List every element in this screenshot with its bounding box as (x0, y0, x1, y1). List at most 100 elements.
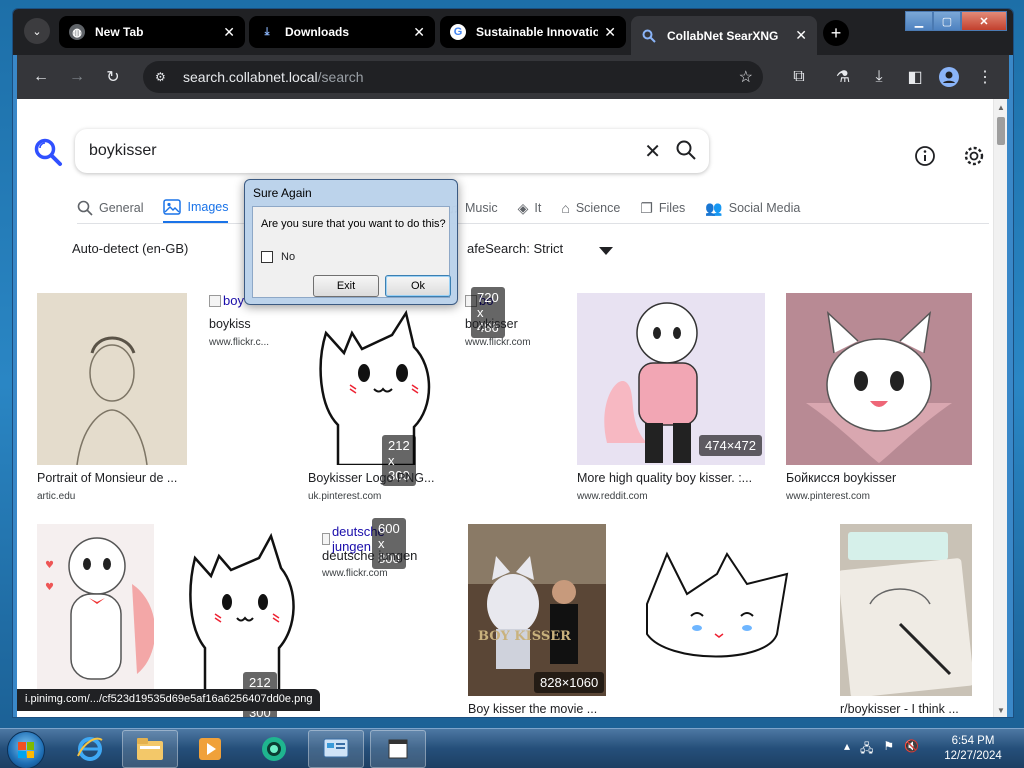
vertical-scrollbar[interactable]: ▲ ▼ (993, 99, 1007, 717)
browser-toolbar: ← → ↻ ⚙ search.collabnet.local/search ☆ … (17, 55, 1009, 99)
taskbar-control-panel[interactable] (308, 730, 364, 768)
result-title[interactable]: boykiss (209, 317, 251, 331)
result-source: www.reddit.com (577, 491, 648, 502)
checkbox-label: No (281, 251, 296, 263)
layers-icon: ◈ (517, 199, 529, 216)
result-title[interactable]: Boy kisser the movie ... (468, 702, 597, 716)
result-image[interactable] (840, 524, 972, 696)
result-title[interactable]: More high quality boy kisser. :... (577, 471, 752, 485)
minimize-button[interactable]: ▁ (905, 11, 933, 31)
tab-science[interactable]: ⌂ Science (561, 193, 620, 223)
result-image[interactable] (177, 524, 307, 694)
result-image[interactable]: BOY KISSER (468, 524, 606, 696)
tab-new-tab[interactable]: ◍ New Tab ✕ (59, 16, 245, 48)
bookmark-star-icon[interactable]: ☆ (739, 67, 753, 87)
volume-muted-icon[interactable]: 🔇 (904, 739, 919, 760)
gear-icon[interactable] (963, 145, 985, 167)
profile-button[interactable] (939, 67, 959, 87)
dialog-message: Are you sure that you want to do this? (261, 218, 446, 230)
tab-label: Files (658, 201, 686, 215)
files-icon: ❐ (640, 199, 653, 216)
result-image[interactable] (308, 293, 454, 465)
network-icon[interactable]: 🖧 (860, 739, 873, 760)
result-image[interactable]: ♥ ♥ (37, 524, 154, 694)
close-icon[interactable]: ✕ (795, 27, 807, 44)
clear-icon[interactable]: ✕ (644, 139, 661, 164)
tab-social-media[interactable]: 👥 Social Media (705, 193, 800, 223)
no-checkbox[interactable]: No (261, 251, 295, 263)
media-player-icon (199, 738, 221, 760)
url-host: search.collabnet.local (183, 69, 318, 85)
address-bar[interactable]: ⚙ search.collabnet.local/search ☆ (143, 61, 763, 93)
tab-general[interactable]: General (77, 193, 143, 223)
result-title[interactable]: Boykisser Logo PNG... (308, 471, 434, 485)
scroll-up-icon[interactable]: ▲ (997, 103, 1005, 112)
broken-image[interactable]: boy (209, 293, 244, 308)
result-image[interactable] (631, 524, 817, 694)
taskbar-explorer[interactable] (122, 730, 178, 768)
language-select[interactable]: Auto-detect (en-GB) (72, 241, 188, 256)
reload-button[interactable]: ↻ (103, 67, 123, 87)
system-tray: ▴ 🖧 ⚑ 🔇 (844, 739, 919, 760)
result-title[interactable]: deutsche jungen (322, 548, 417, 563)
close-window-button[interactable]: ✕ (961, 11, 1007, 31)
info-icon[interactable] (914, 145, 936, 167)
site-settings-icon[interactable]: ⚙ (155, 70, 173, 84)
result-image[interactable] (37, 293, 187, 465)
exit-button[interactable]: Exit (313, 275, 379, 297)
tab-title: Downloads (285, 25, 350, 39)
puzzle-icon: ⧉ (793, 68, 805, 85)
image-icon (163, 199, 182, 215)
result-image[interactable] (786, 293, 972, 465)
tab-search-button[interactable]: ⌄ (24, 18, 50, 44)
flask-icon: ⚗ (835, 69, 851, 86)
tab-downloads[interactable]: ⤓ Downloads ✕ (249, 16, 435, 48)
tab-it[interactable]: ◈ It (518, 193, 542, 223)
result-title[interactable]: Portrait of Monsieur de ... (37, 471, 177, 485)
taskbar-browser[interactable] (246, 730, 302, 768)
tab-sustainable-innovation[interactable]: G Sustainable Innovation ✕ (440, 16, 626, 48)
close-icon[interactable]: ✕ (223, 24, 235, 41)
result-title[interactable]: Бойкисся boykisser (786, 471, 896, 485)
result-title[interactable]: boykisser (465, 317, 518, 331)
searxng-logo[interactable] (33, 137, 63, 167)
start-button[interactable] (7, 731, 45, 768)
taskbar-window[interactable] (370, 730, 426, 768)
flag-alert-icon[interactable]: ⚑ (883, 739, 894, 760)
dropdown-arrow-icon[interactable] (599, 247, 613, 255)
labs-button[interactable]: ⚗ (833, 67, 853, 87)
tab-collabnet-searxng[interactable]: CollabNet SearXNG ✕ (631, 16, 817, 55)
safesearch-select[interactable]: afeSearch: Strict (467, 241, 563, 256)
taskbar-clock[interactable]: 6:54 PM 12/27/2024 (936, 734, 1010, 764)
taskbar-media-player[interactable] (182, 730, 238, 768)
window-controls: ▁ ▢ ✕ (905, 11, 1007, 31)
tab-bar: ⌄ ◍ New Tab ✕ ⤓ Downloads ✕ G Sustainabl… (13, 9, 1013, 55)
search-input[interactable] (89, 142, 629, 160)
close-icon[interactable]: ✕ (604, 24, 616, 41)
scrollbar-thumb[interactable] (997, 117, 1005, 145)
tab-label: Science (575, 201, 621, 215)
back-button[interactable]: ← (31, 67, 51, 87)
menu-button[interactable]: ⋮ (975, 67, 995, 87)
search-icon[interactable] (675, 139, 697, 161)
tab-files[interactable]: ❐ Files (640, 193, 685, 223)
scroll-down-icon[interactable]: ▼ (997, 706, 1005, 715)
result-title[interactable]: r/boykisser - I think ... (840, 702, 959, 716)
avatar-icon (939, 67, 959, 87)
tab-images[interactable]: Images (163, 193, 229, 223)
show-hidden-icons-icon[interactable]: ▴ (844, 739, 850, 760)
checkbox-box[interactable] (261, 251, 273, 263)
tab-title: CollabNet SearXNG (667, 28, 779, 43)
new-tab-button[interactable]: + (823, 20, 849, 46)
downloads-button[interactable]: ⤓ (869, 67, 889, 87)
taskbar-ie[interactable] (62, 730, 118, 768)
confirm-dialog: Sure Again Are you sure that you want to… (244, 179, 458, 305)
ok-button[interactable]: Ok (385, 275, 451, 297)
side-panel-icon: ◧ (907, 69, 923, 86)
extensions-button[interactable]: ⧉ (789, 67, 809, 87)
maximize-button[interactable]: ▢ (933, 11, 961, 31)
side-panel-button[interactable]: ◧ (905, 67, 925, 87)
close-icon[interactable]: ✕ (413, 24, 425, 41)
forward-button[interactable]: → (67, 67, 87, 87)
svg-text:♥: ♥ (45, 582, 54, 593)
